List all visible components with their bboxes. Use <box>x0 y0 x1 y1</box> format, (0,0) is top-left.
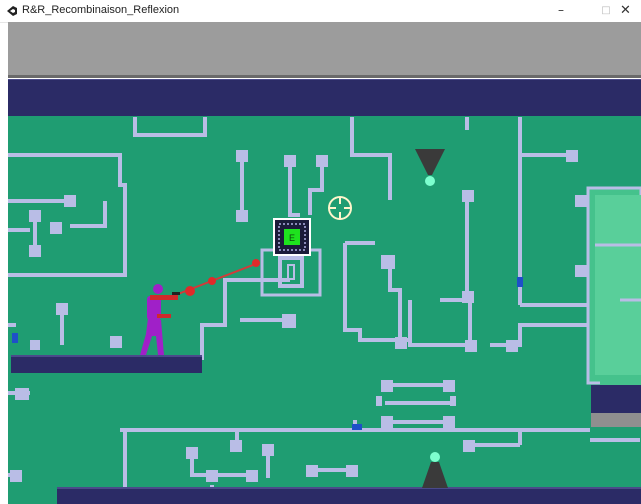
player-character <box>140 284 180 355</box>
chip-pickup: E <box>273 218 311 256</box>
minimize-button[interactable]: – <box>538 0 584 22</box>
close-button[interactable]: ✕ <box>610 0 641 22</box>
game-scene: E <box>8 117 641 504</box>
hud-gray-shadow <box>8 75 641 78</box>
window-titlebar[interactable]: R&R_Recombinaison_Reflexion – □ ✕ <box>0 0 641 23</box>
app-icon <box>7 6 17 16</box>
floor-lamp <box>422 452 448 488</box>
ceiling-bar <box>8 79 641 117</box>
ceiling-lamp <box>415 149 445 186</box>
circuit-traces <box>8 117 640 500</box>
floor-platform <box>57 487 641 504</box>
circuit-nodes <box>10 150 587 482</box>
window-title: R&R_Recombinaison_Reflexion <box>22 4 180 16</box>
laser-beam <box>177 259 260 296</box>
hud-gray-band <box>8 22 641 77</box>
crosshair-icon <box>328 196 352 220</box>
left-platform <box>11 355 202 373</box>
side-panel <box>586 186 641 385</box>
right-platform <box>591 385 641 413</box>
chip-label: E <box>289 233 295 243</box>
game-playfield[interactable]: E <box>8 116 641 504</box>
window-left-edge <box>0 22 8 504</box>
